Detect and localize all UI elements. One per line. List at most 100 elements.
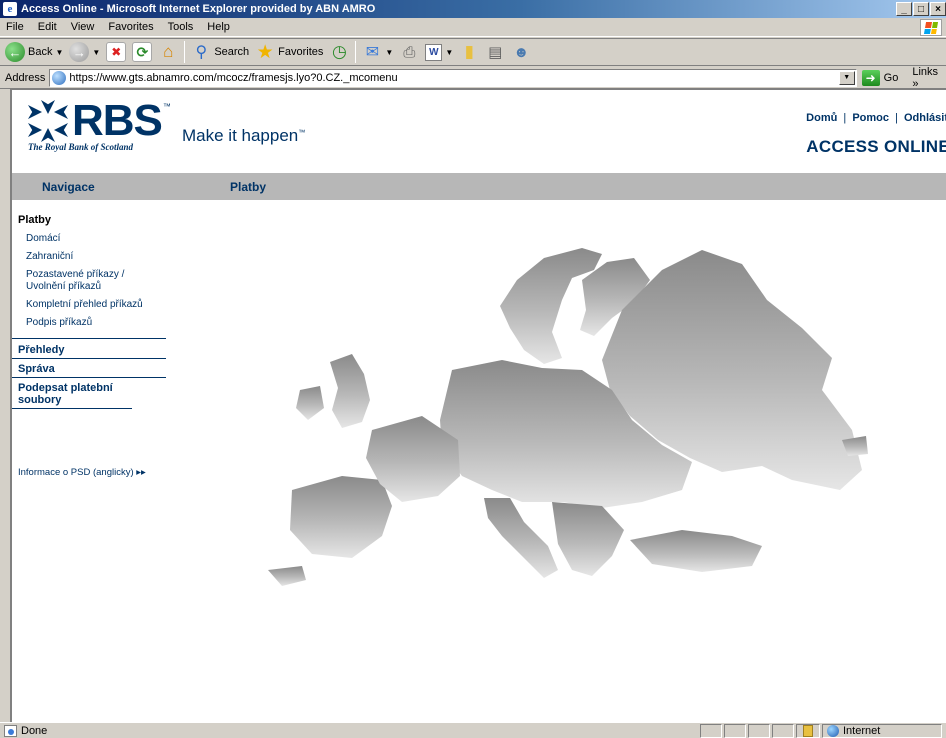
forward-arrow-icon: → (69, 42, 90, 62)
research-icon: ▤ (488, 44, 503, 61)
status-panel (700, 723, 722, 738)
go-label: Go (883, 71, 899, 84)
address-label: Address (5, 71, 46, 84)
status-panel (772, 723, 794, 738)
back-dropdown-icon[interactable]: ▼ (55, 48, 63, 57)
daisy-wheel-icon (28, 102, 68, 140)
sidebar-title-platby[interactable]: Platby (12, 200, 172, 230)
status-text-area: Done (0, 724, 698, 737)
sidebar-section-podepsat[interactable]: Podepsat platební soubory (12, 378, 132, 409)
edit-word-button[interactable]: W ▼ (422, 40, 456, 64)
star-icon: ★ (256, 41, 274, 63)
home-link[interactable]: Domů (806, 112, 837, 124)
refresh-button[interactable]: ⟳ (129, 40, 155, 64)
secure-lock-panel (796, 723, 820, 738)
menu-help[interactable]: Help (200, 21, 237, 33)
back-arrow-icon: ← (5, 42, 25, 62)
minimize-button[interactable]: _ (896, 2, 912, 16)
window-title: Access Online - Microsoft Internet Explo… (21, 3, 376, 15)
printer-icon: ⎙ (403, 43, 416, 61)
windows-logo-icon (920, 19, 942, 36)
folder-button[interactable]: ▮ (456, 40, 482, 64)
security-zone[interactable]: Internet (822, 723, 942, 738)
home-icon: ⌂ (163, 42, 174, 61)
address-dropdown-icon[interactable]: ▼ (838, 70, 855, 85)
psd-info-link[interactable]: Informace o PSD (anglicky) ▸▸ (18, 467, 146, 478)
logo-trademark: ™ (162, 102, 171, 111)
stop-button[interactable]: ✖ (103, 40, 129, 64)
menu-favorites[interactable]: Favorites (101, 21, 160, 33)
link-separator: | (843, 112, 847, 124)
edit-dropdown-icon[interactable]: ▼ (445, 48, 453, 57)
menu-file[interactable]: File (0, 21, 31, 33)
messenger-button[interactable]: ☻ (508, 40, 534, 64)
favorites-button[interactable]: ★ Favorites (252, 40, 326, 64)
back-button[interactable]: ← Back ▼ (2, 40, 66, 64)
forward-dropdown-icon[interactable]: ▼ (92, 48, 100, 57)
messenger-icon: ☻ (513, 43, 530, 61)
nav-bar: Navigace Platby (12, 173, 946, 200)
toolbar-separator (184, 41, 186, 63)
done-page-icon (4, 724, 17, 737)
menu-bar: File Edit View Favorites Tools Help (0, 18, 946, 37)
sidebar-item-zahranicni[interactable]: Zahraniční (12, 248, 172, 266)
frame-gutter (0, 89, 10, 722)
sidebar-section-sprava[interactable]: Správa (12, 359, 166, 378)
sidebar-item-domaci[interactable]: Domácí (12, 230, 172, 248)
mail-button[interactable]: ✉ ▼ (359, 40, 396, 64)
lock-icon (803, 724, 813, 737)
mail-dropdown-icon[interactable]: ▼ (385, 48, 393, 57)
globe-icon (827, 724, 839, 737)
back-label: Back (28, 46, 53, 58)
refresh-icon: ⟳ (132, 42, 153, 62)
logout-link[interactable]: Odhlásit (904, 112, 946, 124)
link-separator: | (895, 112, 898, 124)
sidebar: Platby Domácí Zahraniční Pozastavené pří… (12, 200, 172, 409)
status-bar: Done Internet (0, 722, 946, 738)
search-button[interactable]: ⚲ Search (188, 40, 252, 64)
window-title-bar: e Access Online - Microsoft Internet Exp… (0, 0, 946, 18)
sidebar-item-podpis[interactable]: Podpis příkazů (12, 314, 172, 332)
print-button[interactable]: ⎙ (396, 40, 422, 64)
research-button[interactable]: ▤ (482, 40, 508, 64)
links-button[interactable]: Links » (912, 66, 946, 90)
go-button[interactable]: ➜ Go (861, 69, 899, 86)
history-button[interactable]: ◷ (326, 40, 352, 64)
forward-button[interactable]: → ▼ (66, 40, 103, 64)
status-text: Done (21, 724, 48, 737)
mail-icon: ✉ (365, 44, 380, 61)
logo-text: RBS (72, 96, 163, 145)
address-input[interactable] (69, 71, 839, 84)
address-field[interactable]: ▼ (49, 68, 857, 87)
tagline: Make it happen™ (182, 126, 305, 146)
maximize-button[interactable]: □ (913, 2, 929, 16)
rbs-logo[interactable]: RBS ™ The Royal Bank of Scotland (28, 96, 171, 152)
site-header: RBS ™ The Royal Bank of Scotland Make it… (12, 90, 946, 173)
nav-platby[interactable]: Platby (202, 180, 266, 194)
standard-toolbar: ← Back ▼ → ▼ ✖ ⟳ ⌂ ⚲ Search ★ Favorites … (0, 38, 946, 66)
menu-edit[interactable]: Edit (31, 21, 64, 33)
word-icon: W (425, 43, 443, 61)
home-button[interactable]: ⌂ (155, 40, 181, 64)
search-icon: ⚲ (195, 44, 208, 61)
europe-map-image (268, 248, 868, 586)
product-name: ACCESS ONLINE (806, 137, 946, 156)
ie-icon: e (3, 2, 17, 16)
address-bar: Address ▼ ➜ Go Links » (0, 66, 946, 90)
close-button[interactable]: × (930, 2, 946, 16)
help-link[interactable]: Pomoc (852, 112, 889, 124)
zone-label: Internet (843, 724, 881, 737)
menu-view[interactable]: View (64, 21, 102, 33)
top-links: Domů | Pomoc | Odhlásit (806, 112, 946, 124)
page-icon (52, 70, 67, 85)
sidebar-item-prehled[interactable]: Kompletní přehled příkazů (12, 296, 172, 314)
window-controls: _ □ × (895, 2, 946, 16)
tagline-trademark: ™ (298, 129, 306, 137)
sidebar-item-pozastavene[interactable]: Pozastavené příkazy / Uvolnění příkazů (12, 266, 132, 296)
sidebar-section-prehledy[interactable]: Přehledy (12, 338, 166, 359)
stop-icon: ✖ (106, 42, 127, 62)
folder-icon: ▮ (464, 42, 474, 61)
toolbar-separator (355, 41, 357, 63)
tagline-text: Make it happen (182, 126, 299, 145)
menu-tools[interactable]: Tools (161, 21, 201, 33)
